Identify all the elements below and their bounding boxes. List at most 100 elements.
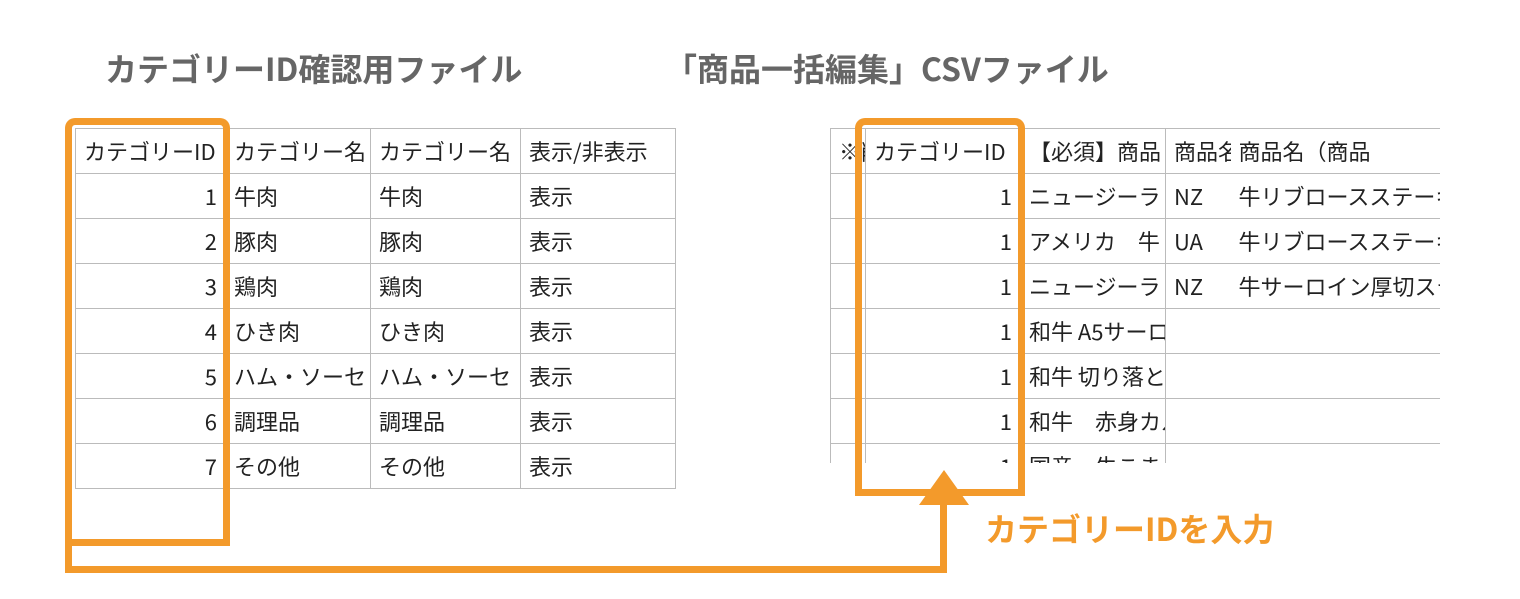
cell: 表示: [521, 219, 676, 264]
connector-line: [855, 466, 862, 496]
cell: [831, 174, 866, 219]
table-row: 1和牛 赤身カルビ: [831, 399, 1441, 444]
table-row: 7その他その他表示: [76, 444, 676, 489]
cell: 表示: [521, 174, 676, 219]
col-header: カテゴリー名: [226, 129, 371, 174]
category-id-file-table: カテゴリーID カテゴリー名 カテゴリー名 表示/非表示 1牛肉牛肉表示 2豚肉…: [75, 128, 676, 489]
cell: NZ: [1166, 264, 1231, 309]
col-header: ※削: [831, 129, 866, 174]
cell: [1166, 309, 1231, 354]
left-title: カテゴリーID確認用ファイル: [105, 45, 522, 91]
cell: 豚肉: [371, 219, 521, 264]
table-header-row: ※削 カテゴリーID 【必須】商品 商品名（レシ 商品名（商品: [831, 129, 1441, 174]
cell: NZ: [1166, 174, 1231, 219]
cell: 1: [866, 309, 1021, 354]
cell: 2: [76, 219, 226, 264]
cell: ハム・ソーセ: [226, 354, 371, 399]
table-row: 6調理品調理品表示: [76, 399, 676, 444]
cell: 和牛 切り落とし: [1021, 354, 1166, 399]
cell: 1: [866, 174, 1021, 219]
cell: 表示: [521, 354, 676, 399]
cell: ひき肉: [371, 309, 521, 354]
col-header: 【必須】商品: [1021, 129, 1166, 174]
table-row: 1アメリカ 牛UA牛リブロースステーキ: [831, 219, 1441, 264]
table-row: 1和牛 A5サーロイン: [831, 309, 1441, 354]
table-row: 2豚肉豚肉表示: [76, 219, 676, 264]
connector-line: [940, 495, 947, 573]
cell: ハム・ソーセ: [371, 354, 521, 399]
cell: 5: [76, 354, 226, 399]
cell: 鶏肉: [371, 264, 521, 309]
connector-line: [65, 466, 72, 573]
cell: 表示: [521, 399, 676, 444]
cell: 和牛 赤身カルビ: [1021, 399, 1166, 444]
cell: ニュージーラ: [1021, 264, 1166, 309]
cell: 牛リブロースステーキ: [1231, 219, 1441, 264]
cell: 1: [866, 264, 1021, 309]
arrow-up-icon: [919, 470, 969, 505]
cell: [1166, 444, 1231, 464]
right-title: 「商品一括編集」CSVファイル: [665, 45, 1109, 91]
cell: [831, 264, 866, 309]
table-row: 1国産 牛こま: [831, 444, 1441, 464]
cell: 和牛 A5サーロイン: [1021, 309, 1166, 354]
cell: 1: [866, 354, 1021, 399]
cell: 調理品: [226, 399, 371, 444]
connector-line: [65, 539, 230, 546]
cell: 表示: [521, 444, 676, 489]
cell: 1: [866, 399, 1021, 444]
cell: [1166, 399, 1231, 444]
cell: 1: [866, 444, 1021, 464]
connector-line: [855, 489, 1025, 496]
table-row: 1ニュージーラNZ牛リブロースステーキ: [831, 174, 1441, 219]
cell: ひき肉: [226, 309, 371, 354]
cell: [831, 219, 866, 264]
col-header: 商品名（商品: [1231, 129, 1441, 174]
cell: 3: [76, 264, 226, 309]
col-header: 表示/非表示: [521, 129, 676, 174]
cell: その他: [226, 444, 371, 489]
table-row: 1ニュージーラNZ牛サーロイン厚切ステ: [831, 264, 1441, 309]
table-row: 5ハム・ソーセハム・ソーセ表示: [76, 354, 676, 399]
connector-line: [65, 566, 947, 573]
table-header-row: カテゴリーID カテゴリー名 カテゴリー名 表示/非表示: [76, 129, 676, 174]
product-csv-table-wrap: ※削 カテゴリーID 【必須】商品 商品名（レシ 商品名（商品 1ニュージーラN…: [830, 128, 1440, 463]
product-csv-table: ※削 カテゴリーID 【必須】商品 商品名（レシ 商品名（商品 1ニュージーラN…: [830, 128, 1440, 463]
cell: [831, 399, 866, 444]
cell: [831, 309, 866, 354]
cell: 牛サーロイン厚切ステ: [1231, 264, 1441, 309]
col-header: カテゴリーID: [76, 129, 226, 174]
cell: 国産 牛こま: [1021, 444, 1166, 464]
annotation-label: カテゴリーIDを入力: [985, 505, 1274, 551]
cell: 豚肉: [226, 219, 371, 264]
cell: 表示: [521, 309, 676, 354]
cell: 牛肉: [226, 174, 371, 219]
cell: UA: [1166, 219, 1231, 264]
cell: 牛リブロースステーキ: [1231, 174, 1441, 219]
cell: [1231, 444, 1441, 464]
col-header: 商品名（レシ: [1166, 129, 1231, 174]
table-row: 1牛肉牛肉表示: [76, 174, 676, 219]
cell: 7: [76, 444, 226, 489]
cell: [1231, 309, 1441, 354]
col-header: カテゴリー名: [371, 129, 521, 174]
cell: 1: [76, 174, 226, 219]
cell: 調理品: [371, 399, 521, 444]
cell: 1: [866, 219, 1021, 264]
table-row: 1和牛 切り落とし: [831, 354, 1441, 399]
table-row: 3鶏肉鶏肉表示: [76, 264, 676, 309]
cell: 鶏肉: [226, 264, 371, 309]
cell: [831, 354, 866, 399]
cell: [831, 444, 866, 464]
cell: 4: [76, 309, 226, 354]
connector-line: [1018, 466, 1025, 496]
cell: [1231, 399, 1441, 444]
cell: [1166, 354, 1231, 399]
cell: 表示: [521, 264, 676, 309]
cell: アメリカ 牛: [1021, 219, 1166, 264]
cell: ニュージーラ: [1021, 174, 1166, 219]
table-row: 4ひき肉ひき肉表示: [76, 309, 676, 354]
cell: 6: [76, 399, 226, 444]
cell: [1231, 354, 1441, 399]
col-header: カテゴリーID: [866, 129, 1021, 174]
